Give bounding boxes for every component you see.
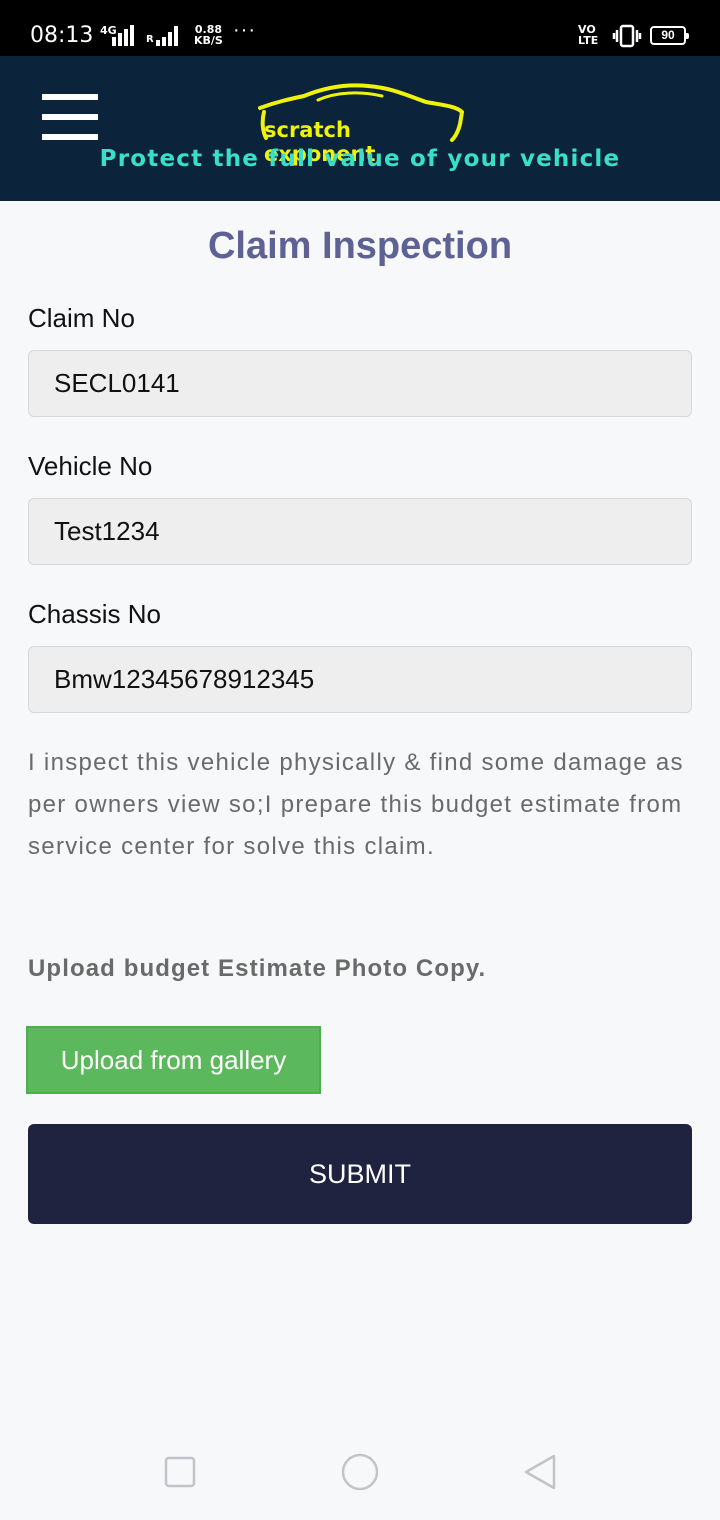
roaming-indicator: R <box>146 34 154 45</box>
app-header: scratch exponent Protect the full value … <box>0 56 720 201</box>
hamburger-menu-icon[interactable] <box>42 94 98 140</box>
network-speed: 0.88 KB/S <box>194 23 223 47</box>
upload-estimate-label: Upload budget Estimate Photo Copy. <box>28 955 487 982</box>
submit-button[interactable]: SUBMIT <box>28 1124 692 1224</box>
signal-2-icon <box>156 24 178 46</box>
claim-no-label: Claim No <box>28 303 135 333</box>
volte-icon: VO LTE <box>578 23 599 47</box>
more-notifications-icon: ··· <box>233 19 256 41</box>
system-nav-bar <box>0 1420 720 1520</box>
tagline: Protect the full value of your vehicle <box>99 146 621 172</box>
claim-no-field[interactable]: SECL0141 <box>28 350 692 417</box>
chassis-no-label: Chassis No <box>28 599 161 629</box>
upload-from-gallery-button[interactable]: Upload from gallery <box>26 1026 321 1094</box>
back-icon[interactable] <box>520 1452 560 1492</box>
battery-icon: 90 <box>650 26 689 45</box>
vehicle-no-label: Vehicle No <box>28 451 153 481</box>
page-title: Claim Inspection <box>207 225 513 267</box>
home-icon[interactable] <box>340 1452 380 1492</box>
status-bar: 08:13 4G R 0.88 KB/S ··· VO LTE 90 <box>0 0 720 56</box>
status-time: 08:13 <box>30 23 94 48</box>
recent-apps-icon[interactable] <box>160 1452 200 1492</box>
inspection-statement: I inspect this vehicle physically & find… <box>28 749 684 860</box>
vibrate-icon <box>612 24 642 48</box>
signal-1-icon <box>112 24 134 46</box>
chassis-no-field[interactable]: Bmw12345678912345 <box>28 646 692 713</box>
vehicle-no-field[interactable]: Test1234 <box>28 498 692 565</box>
